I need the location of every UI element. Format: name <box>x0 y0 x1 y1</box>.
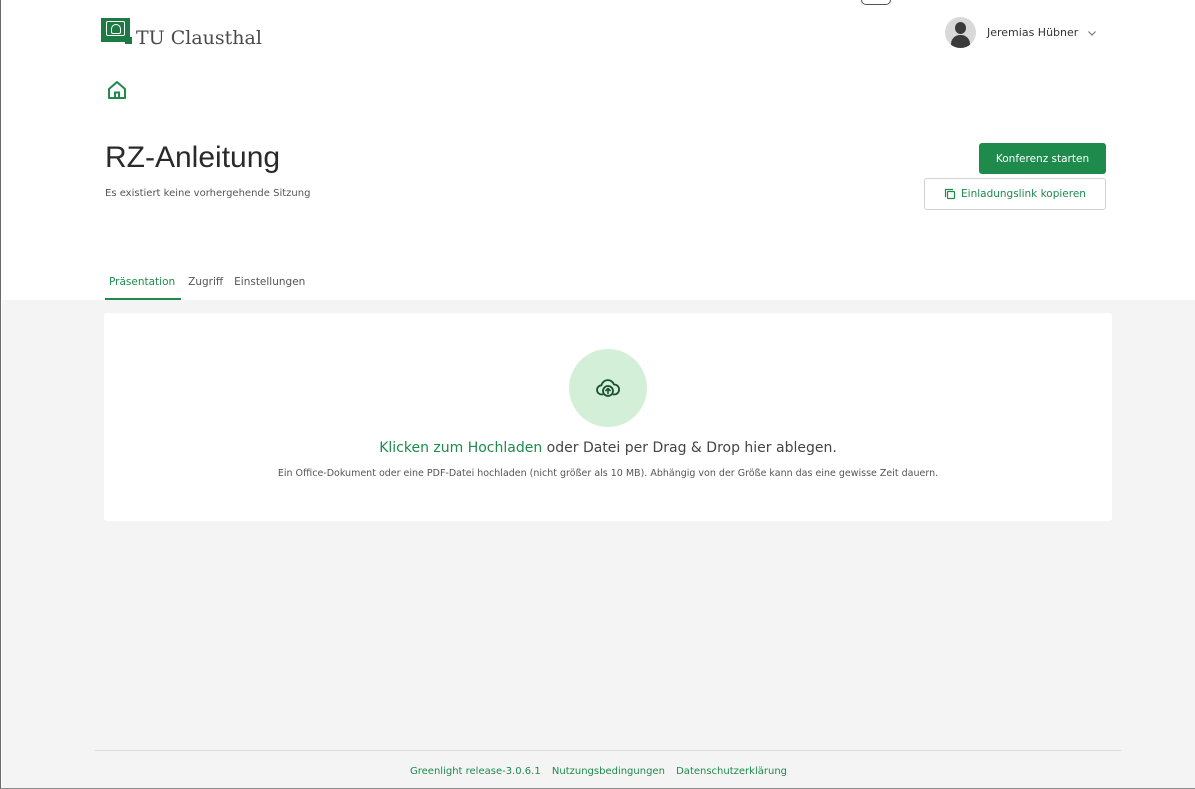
release-version: Greenlight release-3.0.6.1 <box>410 766 541 777</box>
terms-link[interactable]: Nutzungsbedingungen <box>552 766 665 777</box>
copy-invite-link-label: Einladungslink kopieren <box>961 188 1086 200</box>
privacy-link[interactable]: Datenschutzerklärung <box>676 766 787 777</box>
home-icon[interactable] <box>105 78 129 102</box>
top-strip <box>1 0 1195 6</box>
tab-settings[interactable]: Einstellungen <box>230 272 309 300</box>
start-conference-button[interactable]: Konferenz starten <box>979 143 1106 174</box>
avatar <box>945 17 976 48</box>
footer-divider <box>95 750 1121 751</box>
cloud-upload-icon <box>596 379 620 397</box>
upload-button[interactable] <box>569 349 647 427</box>
brand-name: TU Clausthal <box>136 27 262 49</box>
logo-mark-icon <box>101 18 132 44</box>
upload-hint: Ein Office-Dokument oder eine PDF-Datei … <box>277 468 939 479</box>
tab-presentation[interactable]: Präsentation <box>105 272 182 300</box>
upload-instruction-rest: oder Datei per Drag & Drop hier ablegen. <box>542 440 837 456</box>
session-status: Es existiert keine vorhergehende Sitzung <box>105 188 311 199</box>
copy-icon <box>944 188 956 200</box>
upload-link[interactable]: Klicken zum Hochladen <box>379 440 542 456</box>
copy-invite-link-button[interactable]: Einladungslink kopieren <box>924 178 1106 210</box>
upload-instruction: Klicken zum Hochladen oder Datei per Dra… <box>104 440 1112 456</box>
user-name: Jeremias Hübner <box>987 26 1079 39</box>
footer: Greenlight release-3.0.6.1 Nutzungsbedin… <box>1 766 1195 777</box>
tab-access[interactable]: Zugriff <box>184 272 227 300</box>
room-tabs: Präsentation Zugriff Einstellungen <box>105 272 312 300</box>
user-menu[interactable]: Jeremias Hübner <box>945 17 1098 48</box>
chevron-down-icon <box>1088 30 1097 36</box>
page-title: RZ-Anleitung <box>105 141 281 174</box>
window-edge <box>861 0 891 5</box>
app-window: TU Clausthal Jeremias Hübner RZ-Anleitun… <box>0 0 1195 789</box>
brand-logo[interactable]: TU Clausthal <box>101 18 262 49</box>
